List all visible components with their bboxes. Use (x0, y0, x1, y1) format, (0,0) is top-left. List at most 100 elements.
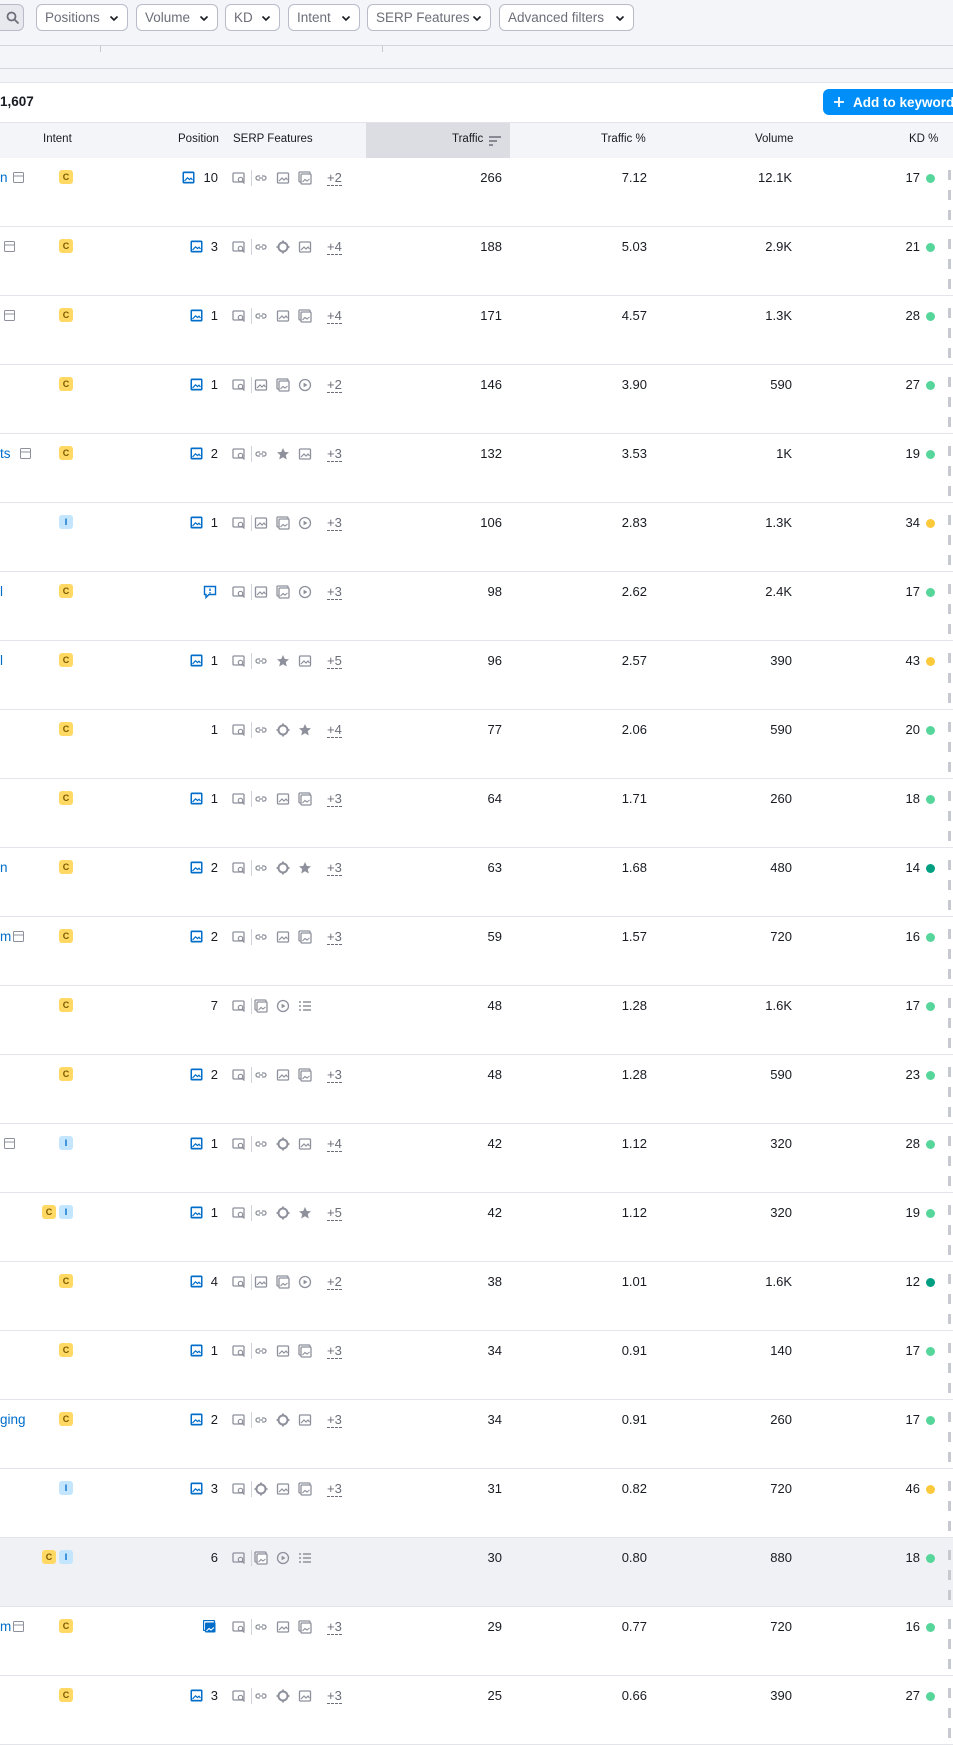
image-pack-icon[interactable] (276, 1344, 290, 1358)
positions-filter[interactable]: Positions (36, 4, 128, 31)
local-pack-icon[interactable] (232, 1137, 246, 1151)
knowledge-panel-icon[interactable] (254, 1482, 268, 1496)
table-row[interactable]: l C 1 +5 96 2.57 390 43 (0, 641, 953, 710)
local-pack-icon[interactable] (232, 1482, 246, 1496)
column-kd[interactable]: KD % (909, 133, 938, 145)
serp-more-link[interactable]: +4 (327, 722, 342, 738)
sitelinks-icon[interactable] (254, 1689, 268, 1703)
image-pack-icon[interactable] (276, 171, 290, 185)
image-gallery-icon[interactable] (254, 999, 268, 1013)
serp-more-link[interactable]: +2 (327, 377, 342, 393)
sitelinks-icon[interactable] (254, 447, 268, 461)
keyword-link[interactable]: m (0, 929, 11, 944)
sitelinks-icon[interactable] (254, 723, 268, 737)
image-pack-icon[interactable] (254, 1275, 268, 1289)
local-pack-icon[interactable] (232, 723, 246, 737)
image-pack-icon[interactable] (298, 1689, 312, 1703)
serp-more-link[interactable]: +3 (327, 1067, 342, 1083)
reviews-icon[interactable] (298, 861, 312, 875)
table-row[interactable]: C 4 +2 38 1.01 1.6K 12 (0, 1262, 953, 1331)
intent-filter[interactable]: Intent (288, 4, 360, 31)
table-row[interactable]: m C +3 29 0.77 720 16 (0, 1607, 953, 1676)
table-row[interactable]: C 1 +3 64 1.71 260 18 (0, 779, 953, 848)
sitelinks-icon[interactable] (254, 792, 268, 806)
sitelinks-icon[interactable] (254, 171, 268, 185)
serp-more-link[interactable]: +5 (327, 1205, 342, 1221)
reviews-icon[interactable] (276, 447, 290, 461)
local-pack-icon[interactable] (232, 585, 246, 599)
local-pack-icon[interactable] (232, 516, 246, 530)
local-pack-icon[interactable] (232, 378, 246, 392)
image-gallery-icon[interactable] (298, 1620, 312, 1634)
local-pack-icon[interactable] (232, 861, 246, 875)
reviews-icon[interactable] (298, 1206, 312, 1220)
image-pack-icon[interactable] (298, 1137, 312, 1151)
table-row[interactable]: C 1 +4 171 4.57 1.3K 28 (0, 296, 953, 365)
image-gallery-icon[interactable] (298, 1068, 312, 1082)
local-pack-icon[interactable] (232, 309, 246, 323)
reviews-icon[interactable] (276, 654, 290, 668)
keyword-link[interactable]: n (0, 170, 8, 185)
serp-more-link[interactable]: +4 (327, 308, 342, 324)
table-row[interactable]: C 1 +2 146 3.90 590 27 (0, 365, 953, 434)
serp-more-link[interactable]: +5 (327, 653, 342, 669)
add-to-keyword-list-button[interactable]: Add to keyword l (823, 89, 953, 115)
sitelinks-icon[interactable] (254, 861, 268, 875)
image-gallery-icon[interactable] (298, 1482, 312, 1496)
table-row[interactable]: I 1 +3 106 2.83 1.3K 34 (0, 503, 953, 572)
table-row[interactable]: m C 2 +3 59 1.57 720 16 (0, 917, 953, 986)
image-gallery-icon[interactable] (276, 516, 290, 530)
column-traffic-pct[interactable]: Traffic % (601, 133, 646, 145)
local-pack-icon[interactable] (232, 999, 246, 1013)
serp-more-link[interactable]: +3 (327, 446, 342, 462)
volume-filter[interactable]: Volume (136, 4, 218, 31)
advanced-filters[interactable]: Advanced filters (499, 4, 634, 31)
local-pack-icon[interactable] (232, 1551, 246, 1565)
table-row[interactable]: n C 10 +2 266 7.12 12.1K 17 (0, 158, 953, 227)
serp-more-link[interactable]: +3 (327, 515, 342, 531)
search-button[interactable] (0, 4, 24, 31)
kd-filter[interactable]: KD (225, 4, 280, 31)
cached-page-icon[interactable] (4, 241, 15, 252)
column-serp-features[interactable]: SERP Features (233, 133, 313, 145)
column-traffic[interactable]: Traffic (452, 133, 483, 145)
video-icon[interactable] (276, 999, 290, 1013)
knowledge-panel-icon[interactable] (276, 861, 290, 875)
serp-more-link[interactable]: +3 (327, 791, 342, 807)
table-row[interactable]: l C +3 98 2.62 2.4K 17 (0, 572, 953, 641)
column-intent[interactable]: Intent (43, 133, 72, 145)
image-pack-icon[interactable] (276, 1068, 290, 1082)
serp-more-link[interactable]: +3 (327, 929, 342, 945)
column-position[interactable]: Position (178, 133, 219, 145)
image-gallery-icon[interactable] (276, 378, 290, 392)
serp-more-link[interactable]: +2 (327, 1274, 342, 1290)
local-pack-icon[interactable] (232, 654, 246, 668)
table-row[interactable]: C I 6 30 0.80 880 18 (0, 1538, 953, 1607)
list-icon[interactable] (298, 999, 312, 1013)
serp-more-link[interactable]: +3 (327, 584, 342, 600)
table-row[interactable]: C 3 +3 25 0.66 390 27 (0, 1676, 953, 1745)
knowledge-panel-icon[interactable] (276, 1413, 290, 1427)
video-icon[interactable] (298, 378, 312, 392)
video-icon[interactable] (298, 516, 312, 530)
image-pack-icon[interactable] (298, 447, 312, 461)
serp-more-link[interactable]: +3 (327, 1619, 342, 1635)
sort-descending-icon[interactable] (489, 136, 501, 146)
cached-page-icon[interactable] (20, 448, 32, 459)
video-icon[interactable] (276, 1551, 290, 1565)
table-row[interactable]: ging C 2 +3 34 0.91 260 17 (0, 1400, 953, 1469)
image-pack-icon[interactable] (254, 516, 268, 530)
image-gallery-icon[interactable] (298, 309, 312, 323)
cached-page-icon[interactable] (4, 1138, 15, 1149)
sitelinks-icon[interactable] (254, 1413, 268, 1427)
reviews-icon[interactable] (298, 723, 312, 737)
local-pack-icon[interactable] (232, 240, 246, 254)
image-gallery-icon[interactable] (298, 930, 312, 944)
local-pack-icon[interactable] (232, 1068, 246, 1082)
sitelinks-icon[interactable] (254, 654, 268, 668)
keyword-link[interactable]: n (0, 860, 8, 875)
image-pack-icon[interactable] (298, 654, 312, 668)
keyword-link[interactable]: ts (0, 446, 11, 461)
sitelinks-icon[interactable] (254, 930, 268, 944)
local-pack-icon[interactable] (232, 792, 246, 806)
